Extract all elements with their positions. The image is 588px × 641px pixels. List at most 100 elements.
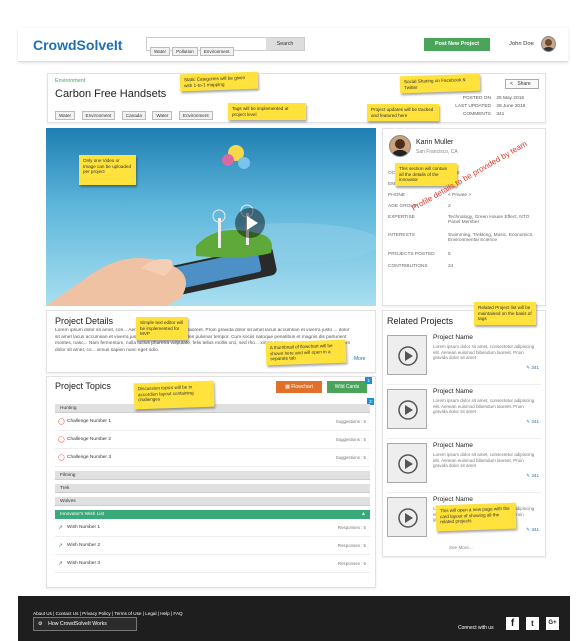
wand-icon: ➚	[58, 525, 64, 531]
video-thumbnail	[387, 497, 427, 537]
innovator-avatar[interactable]	[389, 135, 411, 157]
note-discussion: Discussion topics will be in accordion l…	[133, 380, 215, 410]
interests-value: Swimming, Trekking, Music, Economics, En…	[448, 233, 534, 243]
note-related-list: Related Project list will be maintained …	[474, 302, 536, 325]
comments-value: 341	[496, 112, 505, 117]
search-tag[interactable]: Pollution	[172, 47, 198, 56]
note-thumbnail: A thumbnail of flowchart will be shown h…	[265, 339, 347, 366]
note-categories: Static Categories will be given with 1-t…	[179, 71, 259, 92]
note-tags: Tags will be implemented at project leve…	[228, 103, 306, 121]
note-social: Social Sharing on Facebook & Twitter	[399, 73, 481, 94]
project-topics-title: Project Topics	[55, 381, 111, 391]
phone-value: < Private >	[448, 193, 472, 198]
bulb-icon: ◯	[58, 419, 65, 425]
project-tag[interactable]: Environment	[178, 111, 213, 120]
more-link[interactable]: More	[354, 356, 365, 362]
badge-1: 1	[365, 377, 372, 384]
accordion-header-filming[interactable]: Filming	[55, 471, 370, 480]
related-projects-title: Related Projects	[387, 316, 454, 326]
footer-link[interactable]: Contact Us	[56, 611, 79, 616]
comments-label: COMMENTS	[463, 112, 491, 117]
contributions-value: 24	[448, 264, 454, 269]
innovator-location: San Francisco, CA	[416, 149, 458, 155]
search-bar[interactable]: Water Pollution Environment Search	[146, 37, 305, 56]
twitter-icon[interactable]: t	[526, 617, 539, 630]
play-circle-icon	[398, 400, 418, 420]
play-circle-icon	[398, 508, 418, 528]
comment-icon: ✎	[526, 473, 531, 478]
gear-icon: ⚙	[38, 621, 43, 627]
wish-item[interactable]: ➚ Wish Number 2 Responses : 5	[55, 537, 370, 555]
innovator-details: OCEnvironmentalist EMkarin.muller@cr... …	[388, 171, 543, 275]
project-tag[interactable]: Water	[152, 111, 173, 120]
projects-value: 5	[448, 252, 451, 257]
project-title: Carbon Free Handsets	[55, 88, 167, 100]
play-icon	[247, 216, 258, 230]
project-category[interactable]: Environment	[55, 78, 85, 84]
innovator-name[interactable]: Karin Muller	[416, 139, 453, 146]
user-name[interactable]: John Doe	[509, 41, 534, 47]
expertise-label: EXPERTISE	[388, 215, 415, 220]
note-updates: Project updates will be tracked and feat…	[367, 104, 439, 122]
play-button[interactable]	[235, 208, 265, 238]
facebook-icon[interactable]: f	[506, 617, 519, 630]
footer-link[interactable]: Privacy Policy	[82, 611, 111, 616]
app-logo[interactable]: CrowdSolveIt	[33, 37, 122, 53]
project-tag[interactable]: Environment	[81, 111, 116, 120]
contributions-label: CONTRIBUTIONS	[388, 264, 428, 269]
share-icon: <	[510, 81, 513, 87]
comment-icon: ✎	[526, 365, 531, 370]
search-tag[interactable]: Environment	[199, 47, 234, 56]
comment-icon: ✎	[526, 419, 531, 424]
note-video: Only one Video or Image can be uploaded …	[79, 155, 136, 185]
how-it-works-button[interactable]: ⚙ How CrowdSolveIt Works	[33, 617, 137, 631]
accordion-header-wolves[interactable]: Wolves	[55, 497, 370, 506]
search-button[interactable]: Search	[266, 38, 304, 50]
footer-link[interactable]: FAQ	[173, 611, 182, 616]
post-project-button[interactable]: Post New Project	[424, 38, 490, 51]
note-editor: Simple text editor will be implemented f…	[136, 317, 188, 340]
posted-on-value: 25 May 2016	[496, 96, 525, 101]
avatar-icon[interactable]	[541, 36, 556, 52]
accordion-header-wishlist[interactable]: Innovator's Wish List ▲	[55, 510, 370, 519]
footer-link[interactable]: Help	[160, 611, 169, 616]
bulb-icon: ◯	[58, 455, 65, 461]
video-thumbnail	[387, 443, 427, 483]
posted-on-label: POSTED ON	[462, 96, 491, 101]
related-project-item[interactable]: Project Name Lorem ipsum dolor sit amet,…	[387, 439, 541, 493]
google-plus-icon[interactable]: G+	[546, 617, 559, 630]
footer-link[interactable]: Legal	[145, 611, 156, 616]
wand-icon: ➚	[58, 543, 64, 549]
footer-link[interactable]: Terms of Use	[114, 611, 141, 616]
project-tags: Water Environment Canada Water Environme…	[55, 104, 215, 122]
related-project-item[interactable]: Project Name Lorem ipsum dolor sit amet,…	[387, 331, 541, 385]
challenge-item[interactable]: ◯ Challenge Number 1 Suggestions : 5	[55, 413, 370, 431]
project-tag[interactable]: Canada	[121, 111, 146, 120]
play-circle-icon	[398, 346, 418, 366]
expertise-value: Technology, Green House Effect, NTO Pane…	[448, 215, 530, 225]
project-tag[interactable]: Water	[55, 111, 76, 120]
flowchart-button[interactable]: ▩ Flowchart	[276, 381, 322, 393]
last-updated-value: 28 June 2016	[496, 104, 526, 109]
flowchart-icon: ▩	[285, 384, 290, 390]
share-button[interactable]: < Share	[505, 79, 539, 89]
last-updated-label: LAST UPDATED	[455, 104, 491, 109]
challenge-item[interactable]: ◯ Challenge Number 2 Suggestions : 5	[55, 431, 370, 449]
play-circle-icon	[398, 454, 418, 474]
project-meta: POSTED ON 25 May 2016 LAST UPDATED 28 Ju…	[440, 96, 540, 120]
topics-accordion: Hunting ◯ Challenge Number 1 Suggestions…	[55, 404, 370, 573]
project-details-title: Project Details	[55, 316, 114, 326]
wild-cards-button[interactable]: Wild Cards	[327, 381, 367, 393]
challenge-item[interactable]: ◯ Challenge Number 3 Suggestions : 5	[55, 449, 370, 467]
interests-label: INTERESTS	[388, 233, 415, 238]
video-thumbnail	[387, 389, 427, 429]
chevron-up-icon: ▲	[361, 511, 366, 517]
footer-link[interactable]: About Us	[33, 611, 52, 616]
see-more-link[interactable]: See More...	[449, 545, 473, 550]
accordion-header-trek[interactable]: Trek	[55, 484, 370, 493]
wish-item[interactable]: ➚ Wish Number 3 Responses : 5	[55, 555, 370, 573]
connect-label: Connect with us	[458, 625, 494, 631]
search-tag[interactable]: Water	[150, 47, 171, 56]
wish-item[interactable]: ➚ Wish Number 1 Responses : 5	[55, 519, 370, 537]
related-project-item[interactable]: Project Name Lorem ipsum dolor sit amet,…	[387, 385, 541, 439]
